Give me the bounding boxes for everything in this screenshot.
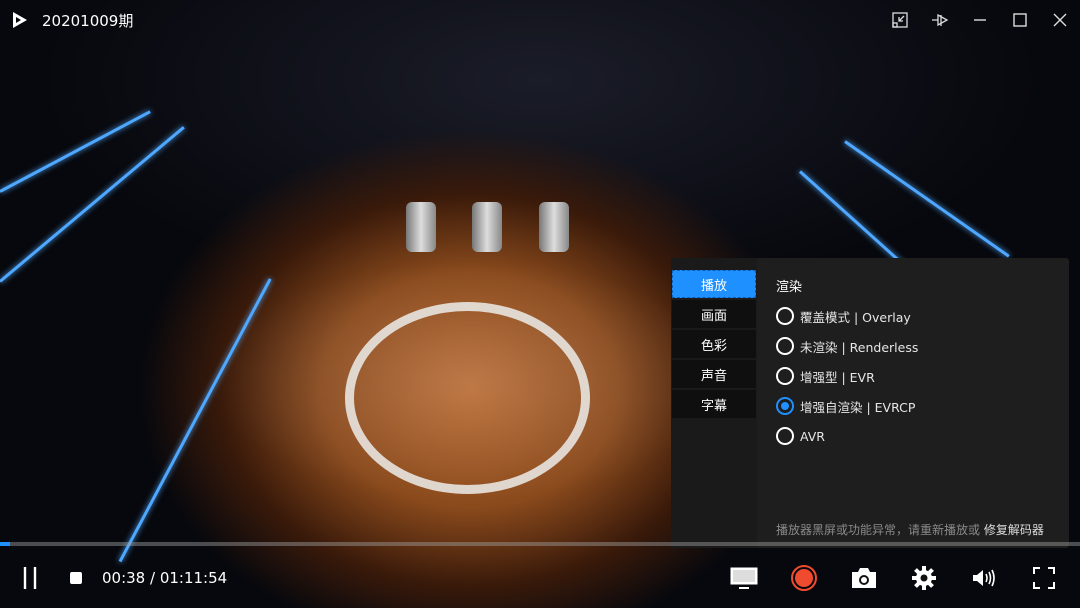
render-option-evrcp[interactable]: 增强自渲染 | EVRCP — [776, 391, 1069, 421]
option-label: AVR — [800, 428, 825, 444]
maximize-icon — [1013, 13, 1027, 27]
radio-button[interactable] — [776, 427, 794, 445]
hint-text: 播放器黑屏或功能异常，请重新播放或 修复解码器 — [776, 521, 1044, 538]
pin-button[interactable] — [920, 0, 960, 40]
close-icon — [1053, 13, 1067, 27]
tab-picture[interactable]: 画面 — [672, 300, 756, 328]
volume-button[interactable] — [964, 558, 1004, 598]
fullscreen-button[interactable] — [1024, 558, 1064, 598]
mini-mode-button[interactable] — [880, 0, 920, 40]
hint-message: 播放器黑屏或功能异常，请重新播放或 — [776, 523, 981, 537]
record-button[interactable] — [784, 558, 824, 598]
app-logo-icon — [13, 12, 27, 28]
pause-icon — [23, 567, 37, 589]
tab-color[interactable]: 色彩 — [672, 330, 756, 358]
record-icon — [791, 565, 817, 591]
title-bar: 20201009期 — [0, 0, 1080, 40]
render-option-overlay[interactable]: 覆盖模式 | Overlay — [776, 301, 1069, 331]
volume-icon — [973, 569, 995, 587]
settings-button[interactable] — [904, 558, 944, 598]
fullscreen-icon — [1033, 567, 1055, 589]
maximize-button[interactable] — [1000, 0, 1040, 40]
pin-icon — [932, 13, 949, 27]
radio-button[interactable] — [776, 367, 794, 385]
option-label: 增强型 | EVR — [800, 369, 875, 385]
radio-button-selected[interactable] — [776, 397, 794, 415]
section-title: 渲染 — [776, 280, 803, 295]
progress-bar[interactable] — [0, 542, 1080, 546]
stop-button[interactable] — [56, 558, 96, 598]
option-label: 未渲染 | Renderless — [800, 339, 919, 355]
repair-decoder-link[interactable]: 修复解码器 — [984, 523, 1044, 537]
gear-icon — [912, 566, 936, 590]
render-option-evr[interactable]: 增强型 | EVR — [776, 361, 1069, 391]
progress-fill — [0, 542, 10, 546]
close-button[interactable] — [1040, 0, 1080, 40]
settings-panel: 播放 画面 色彩 声音 字幕 渲染 覆盖模式 | Overlay 未渲染 | R… — [671, 258, 1069, 548]
option-label: 增强自渲染 | EVRCP — [800, 399, 916, 415]
time-display: 00:38 / 01:11:54 — [102, 569, 228, 587]
control-bar: 00:38 / 01:11:54 — [0, 556, 1080, 600]
option-label: 覆盖模式 | Overlay — [800, 309, 911, 325]
minimize-button[interactable] — [960, 0, 1000, 40]
mini-mode-icon — [892, 12, 908, 28]
tab-subtitle[interactable]: 字幕 — [672, 390, 756, 418]
video-title: 20201009期 — [42, 11, 134, 30]
stage-logo — [345, 302, 590, 494]
radio-button[interactable] — [776, 307, 794, 325]
settings-tabs: 播放 画面 色彩 声音 字幕 — [671, 258, 757, 548]
pause-button[interactable] — [10, 558, 50, 598]
stop-icon — [70, 572, 82, 584]
screen-cast-button[interactable] — [724, 558, 764, 598]
minimize-icon — [974, 19, 986, 21]
radio-button[interactable] — [776, 337, 794, 355]
camera-icon — [852, 568, 876, 588]
render-option-renderless[interactable]: 未渲染 | Renderless — [776, 331, 1069, 361]
tab-audio[interactable]: 声音 — [672, 360, 756, 388]
tab-playback[interactable]: 播放 — [672, 270, 756, 298]
render-option-avr[interactable]: AVR — [776, 421, 1069, 451]
monitor-icon — [730, 567, 758, 589]
screenshot-button[interactable] — [844, 558, 884, 598]
